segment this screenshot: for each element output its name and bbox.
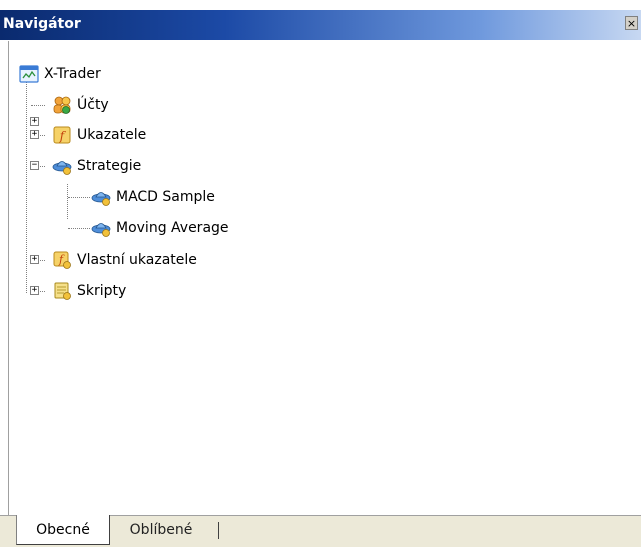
tree-item-moving-average[interactable]: Moving Average <box>91 216 229 240</box>
expand-toggle-indicators[interactable]: + <box>30 130 39 139</box>
close-icon: × <box>626 16 637 30</box>
indicators-icon: f <box>53 126 71 144</box>
panel-border <box>8 488 9 516</box>
tree-item-label: Ukazatele <box>77 127 147 143</box>
navigator-tree: X-Trader + Účty + f Ukazatele − Strategi… <box>8 41 641 491</box>
tree-item-label: Skripty <box>77 283 127 299</box>
tree-item-label: Vlastní ukazatele <box>77 252 197 268</box>
tree-line <box>26 77 27 293</box>
tree-item-label: MACD Sample <box>116 189 215 205</box>
tree-line <box>31 105 45 106</box>
scripts-icon <box>54 282 71 300</box>
tree-item-label: Moving Average <box>116 220 229 236</box>
tab-favorites[interactable]: Oblíbené <box>115 516 207 544</box>
accounts-icon <box>53 96 71 114</box>
tree-root-label: X-Trader <box>44 66 101 82</box>
tree-line <box>67 184 68 219</box>
collapse-toggle-strategies[interactable]: − <box>30 161 39 170</box>
title-bar[interactable]: Navigátor × <box>0 10 641 40</box>
tree-line <box>68 228 90 229</box>
tree-item-custom-indicators[interactable]: f Vlastní ukazatele <box>52 248 197 272</box>
tab-bar: Obecné Oblíbené <box>0 515 641 547</box>
expand-toggle-accounts[interactable]: + <box>30 117 39 126</box>
strategy-icon <box>52 161 72 175</box>
close-button[interactable]: × <box>625 16 638 30</box>
tree-item-macd-sample[interactable]: MACD Sample <box>91 185 215 209</box>
tree-line <box>68 197 90 198</box>
tree-root-x-trader[interactable]: X-Trader <box>19 62 101 86</box>
tree-item-strategies[interactable]: Strategie <box>52 154 141 178</box>
tree-item-scripts[interactable]: Skripty <box>52 279 126 303</box>
tree-item-indicators[interactable]: f Ukazatele <box>52 123 146 147</box>
tab-general[interactable]: Obecné <box>16 515 110 545</box>
tree-item-label: Strategie <box>77 158 142 174</box>
tree-item-label: Účty <box>77 97 109 113</box>
terminal-icon <box>19 65 39 83</box>
expert-advisor-icon <box>91 192 111 206</box>
custom-indicators-icon: f <box>53 251 71 269</box>
tab-separator <box>218 522 219 539</box>
window-title: Navigátor <box>3 16 81 32</box>
tree-item-accounts[interactable]: Účty <box>52 93 109 117</box>
expert-advisor-icon <box>91 223 111 237</box>
expand-toggle-custom-indicators[interactable]: + <box>30 255 39 264</box>
expand-toggle-scripts[interactable]: + <box>30 286 39 295</box>
navigator-window: Navigátor × X-Trader + Účty + f Ukazatel… <box>0 0 641 547</box>
